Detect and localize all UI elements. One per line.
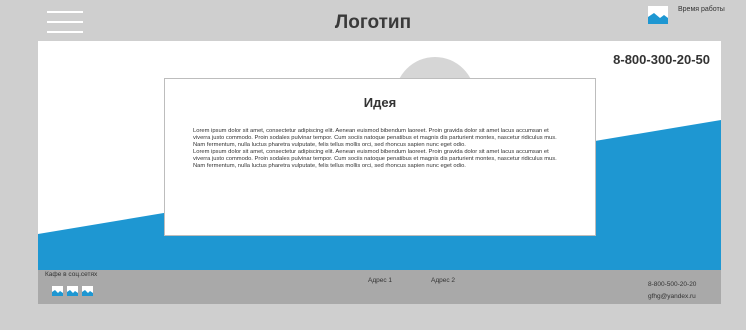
site-footer: Кафе в соц.сетях Адрес 1 Адрес 2 8-800-5… <box>38 270 721 304</box>
card-paragraph: Lorem ipsum dolor sit amet, consectetur … <box>193 148 557 169</box>
footer-email[interactable]: gfhg@yandex.ru <box>648 293 696 300</box>
address-1[interactable]: Адрес 1 <box>368 277 392 284</box>
social-label: Кафе в соц.сетях <box>45 271 98 278</box>
card-title: Идея <box>363 95 397 110</box>
logo[interactable]: Логотип <box>0 12 746 34</box>
working-hours-label[interactable]: Время работы <box>678 6 725 13</box>
footer-phone[interactable]: 8-800-500-20-20 <box>648 281 696 288</box>
card-paragraph: Lorem ipsum dolor sit amet, consectetur … <box>193 128 557 148</box>
card-body: Lorem ipsum dolor sit amet, consectetur … <box>193 128 567 169</box>
page: { "header": { "logo": "Логотип", "hours_… <box>0 0 746 330</box>
social-icons <box>52 286 93 296</box>
address-2[interactable]: Адрес 2 <box>431 277 455 284</box>
idea-card: Идея Lorem ipsum dolor sit amet, consect… <box>164 78 596 236</box>
image-placeholder-icon <box>648 6 668 24</box>
phone-number[interactable]: 8-800-300-20-50 <box>613 52 710 67</box>
social-link-2-icon[interactable] <box>67 286 78 296</box>
social-link-3-icon[interactable] <box>82 286 93 296</box>
social-link-1-icon[interactable] <box>52 286 63 296</box>
site-header: Логотип Время работы <box>0 0 746 41</box>
